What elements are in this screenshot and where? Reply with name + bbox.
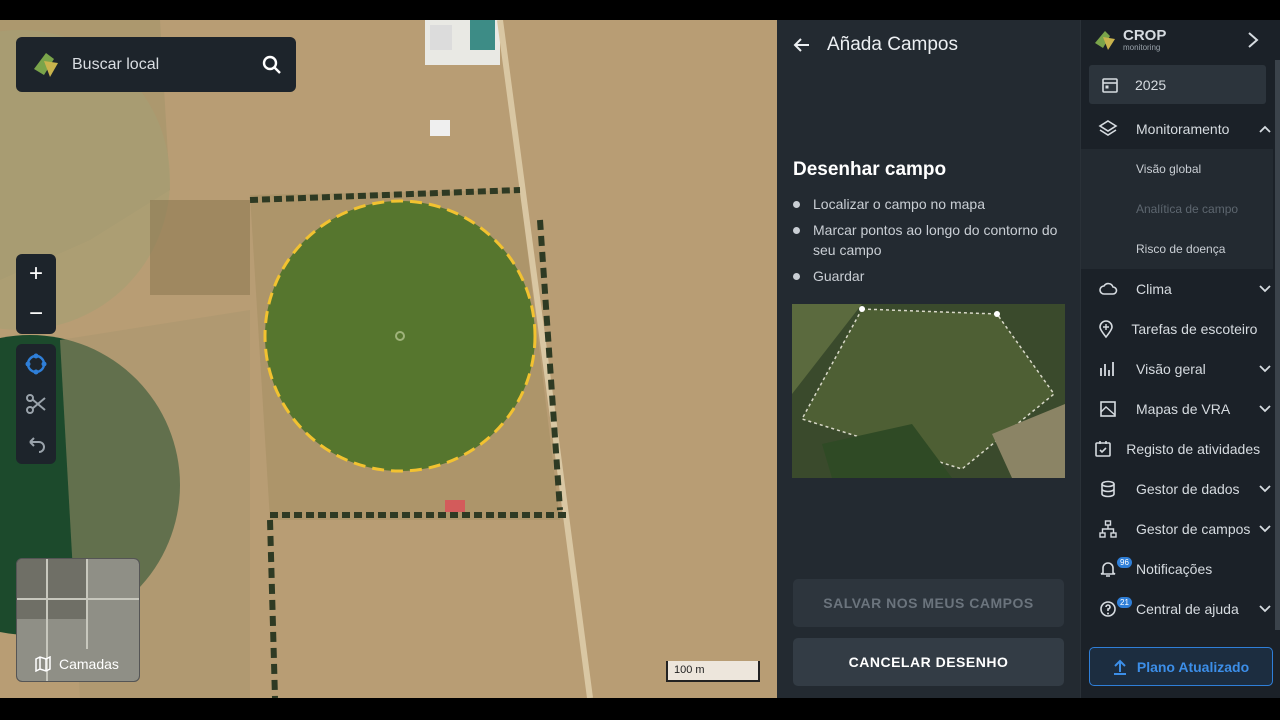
upload-arrow-icon	[1113, 659, 1126, 675]
panel-header: Añada Campos	[793, 34, 958, 56]
calendar-check-icon	[1095, 441, 1111, 457]
hierarchy-icon	[1099, 520, 1117, 538]
list-item: Guardar	[793, 266, 1065, 286]
instruction-list: Localizar o campo no mapa Marcar pontos …	[793, 194, 1065, 292]
map-image-icon	[1100, 401, 1116, 417]
season-selector[interactable]: 2025	[1089, 65, 1266, 104]
nav-data-manager[interactable]: Gestor de dados	[1089, 469, 1275, 509]
map-view[interactable]: Buscar local + − Camadas 100 m	[0, 20, 777, 698]
undo-icon	[29, 437, 45, 453]
layers-label: Camadas	[59, 656, 119, 672]
crop-logo-icon	[1095, 31, 1115, 50]
chevron-up-icon	[1259, 125, 1271, 133]
sidebar-scrollbar[interactable]	[1275, 60, 1280, 630]
layers-icon	[1098, 120, 1118, 136]
nav-notifications[interactable]: 96 Notificações	[1089, 549, 1275, 589]
nav-help-center[interactable]: 21 Central de ajuda	[1089, 589, 1275, 629]
logo-subtitle: monitoring	[1123, 43, 1161, 52]
nav-label: Notificações	[1136, 561, 1213, 577]
cloud-icon	[1099, 282, 1118, 295]
location-search[interactable]: Buscar local	[16, 37, 296, 92]
zoom-out-button[interactable]: −	[16, 294, 56, 334]
map-icon	[35, 656, 51, 672]
chevron-down-icon	[1259, 525, 1271, 533]
draw-polygon-button[interactable]	[16, 344, 56, 384]
pin-icon	[1098, 320, 1113, 339]
list-item: Localizar o campo no mapa	[793, 194, 1065, 214]
nav-label: Visão geral	[1136, 361, 1206, 377]
nav-label: Tarefas de escoteiro	[1131, 321, 1258, 337]
calendar-icon	[1102, 77, 1118, 93]
year-label: 2025	[1135, 76, 1167, 93]
layers-button[interactable]: Camadas	[16, 558, 140, 682]
nav-weather[interactable]: Clima	[1089, 269, 1275, 309]
list-item: Marcar pontos ao longo do contorno do se…	[793, 220, 1065, 260]
main-sidebar: CROP monitoring 2025 Monitoramento Visão…	[1080, 20, 1280, 698]
nav-monitoring[interactable]: Monitoramento	[1089, 109, 1275, 149]
undo-button[interactable]	[16, 424, 56, 464]
upgrade-plan-button[interactable]: Plano Atualizado	[1089, 647, 1273, 686]
monitoring-submenu: Visão global Analítica de campo Risco de…	[1081, 149, 1273, 269]
scale-bar: 100 m	[666, 661, 760, 682]
nav-label: Gestor de campos	[1136, 521, 1251, 537]
notification-count-badge: 96	[1117, 557, 1132, 568]
chevron-down-icon	[1259, 605, 1271, 613]
polygon-draw-icon	[25, 353, 47, 375]
crop-monitoring-logo[interactable]: CROP monitoring	[1093, 28, 1166, 52]
chevron-down-icon	[1259, 365, 1271, 373]
nav-label: Mapas de VRA	[1136, 401, 1231, 417]
help-count-badge: 21	[1117, 597, 1132, 608]
submenu-disease-risk[interactable]: Risco de doença	[1081, 229, 1273, 269]
bar-chart-icon	[1100, 362, 1114, 376]
logo-title: CROP	[1123, 27, 1167, 44]
add-fields-panel: Añada Campos Desenhar campo Localizar o …	[777, 20, 1080, 698]
back-arrow-icon[interactable]	[793, 36, 811, 54]
chevron-down-icon	[1259, 485, 1271, 493]
nav-label: Gestor de dados	[1136, 481, 1240, 497]
instruction-image	[792, 304, 1065, 478]
panel-title: Añada Campos	[827, 34, 958, 55]
nav-label: Registo de atividades	[1126, 441, 1261, 457]
nav-overview[interactable]: Visão geral	[1089, 349, 1275, 389]
layers-label-row: Camadas	[17, 647, 139, 681]
zoom-controls: + −	[16, 254, 56, 334]
section-title: Desenhar campo	[793, 159, 947, 180]
bell-icon	[1100, 562, 1116, 577]
nav-label: Monitoramento	[1136, 121, 1230, 137]
chevron-right-icon[interactable]	[1246, 30, 1260, 50]
search-input[interactable]: Buscar local	[72, 56, 252, 74]
upgrade-label: Plano Atualizado	[1136, 658, 1250, 675]
submenu-global-view[interactable]: Visão global	[1081, 149, 1273, 189]
chevron-down-icon	[1259, 405, 1271, 413]
cut-button[interactable]	[16, 384, 56, 424]
zoom-in-button[interactable]: +	[16, 254, 56, 294]
nav-field-manager[interactable]: Gestor de campos	[1089, 509, 1275, 549]
chevron-down-icon	[1259, 285, 1271, 293]
submenu-field-analytics[interactable]: Analítica de campo	[1081, 189, 1273, 229]
nav-vra-maps[interactable]: Mapas de VRA	[1089, 389, 1275, 429]
database-icon	[1101, 480, 1115, 498]
crop-logo-icon	[34, 52, 58, 77]
save-fields-button[interactable]: SALVAR NOS MEUS CAMPOS	[793, 579, 1064, 627]
search-icon[interactable]	[262, 55, 282, 75]
nav-scouting-tasks[interactable]: Tarefas de escoteiro	[1089, 309, 1275, 349]
cancel-drawing-button[interactable]: CANCELAR DESENHO	[793, 638, 1064, 686]
nav-label: Central de ajuda	[1136, 601, 1239, 617]
nav-label: Clima	[1136, 281, 1172, 297]
scissors-icon	[26, 394, 46, 414]
help-icon	[1100, 601, 1116, 617]
nav-activity-log[interactable]: Registo de atividades	[1089, 429, 1275, 469]
drawing-tools	[16, 344, 56, 464]
